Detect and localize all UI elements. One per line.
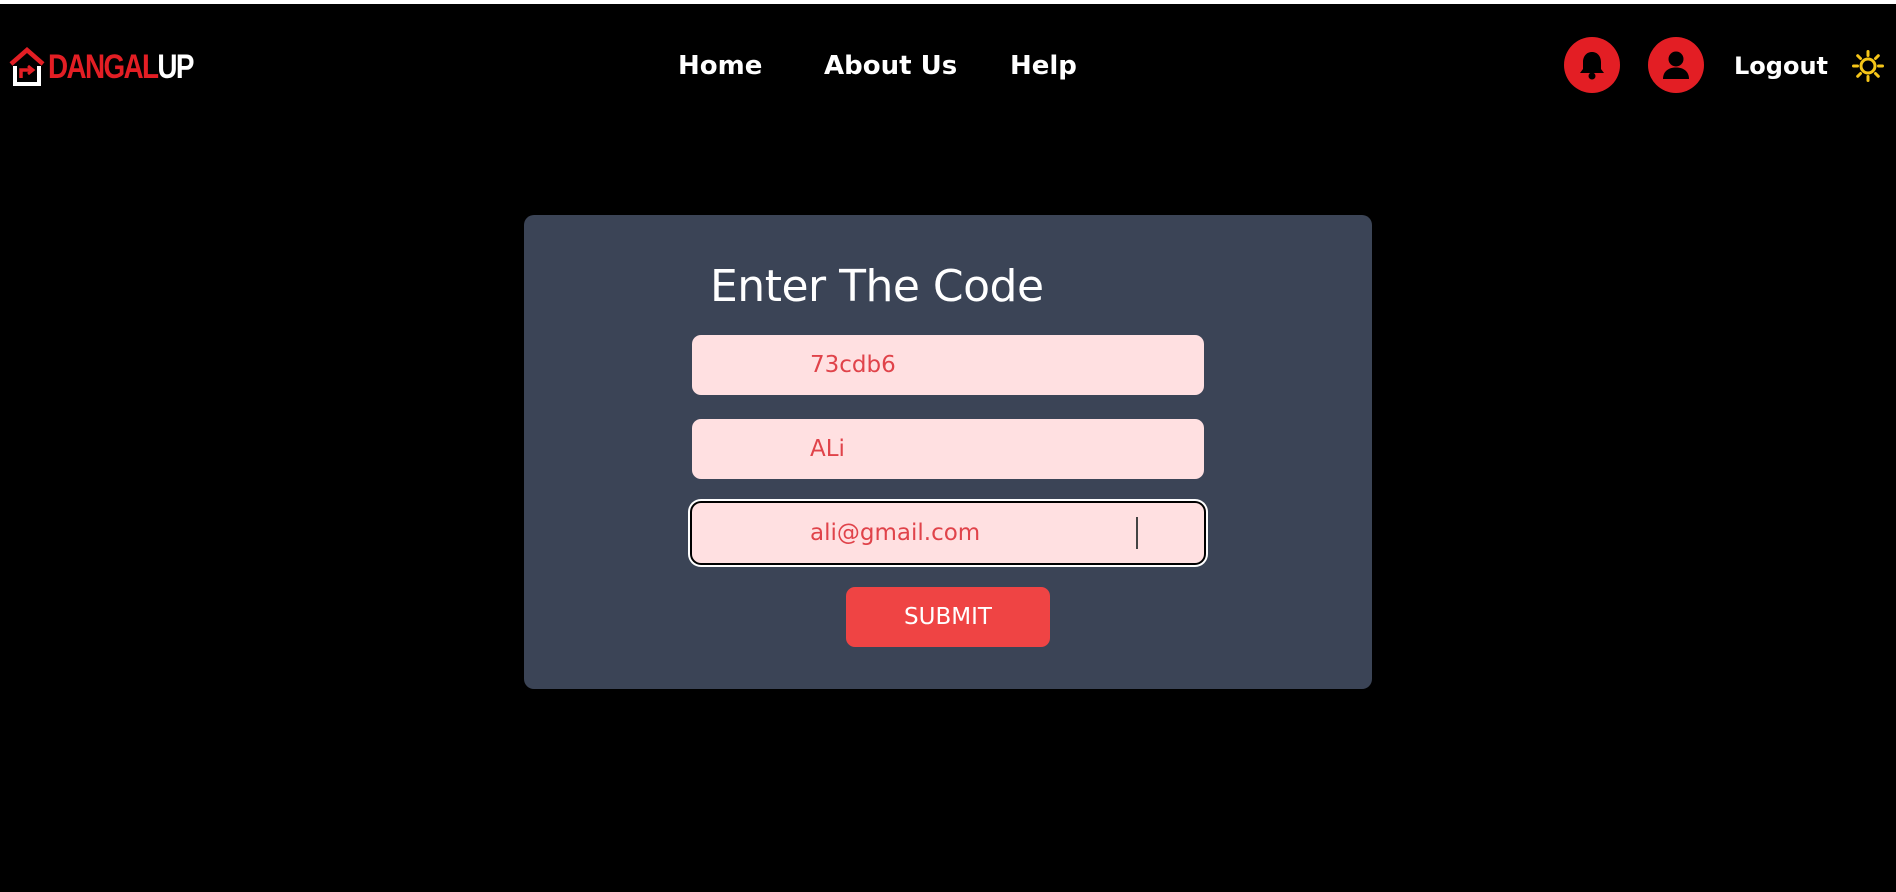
submit-button[interactable]: SUBMIT [846,587,1050,647]
code-input[interactable] [810,335,1190,395]
text-caret [1136,517,1138,549]
logout-button[interactable]: Logout [1734,46,1828,86]
notifications-button[interactable] [1564,37,1620,93]
nav-about-link[interactable]: About Us [824,46,957,86]
name-input[interactable] [810,419,1190,479]
code-form-card: Enter The Code SUBMIT [524,215,1372,689]
nav-help-link[interactable]: Help [1010,46,1077,86]
site-header: DANGALUP Home About Us Help Logout [0,4,1896,124]
name-field[interactable] [692,419,1204,479]
sun-icon[interactable] [1852,50,1884,82]
user-icon [1663,51,1689,79]
profile-button[interactable] [1648,37,1704,93]
nav-home-link[interactable]: Home [678,46,762,86]
code-field[interactable] [692,335,1204,395]
bell-icon [1580,52,1604,80]
email-field[interactable] [692,503,1204,563]
form-title: Enter The Code [710,261,1044,312]
email-input[interactable] [810,503,1190,563]
